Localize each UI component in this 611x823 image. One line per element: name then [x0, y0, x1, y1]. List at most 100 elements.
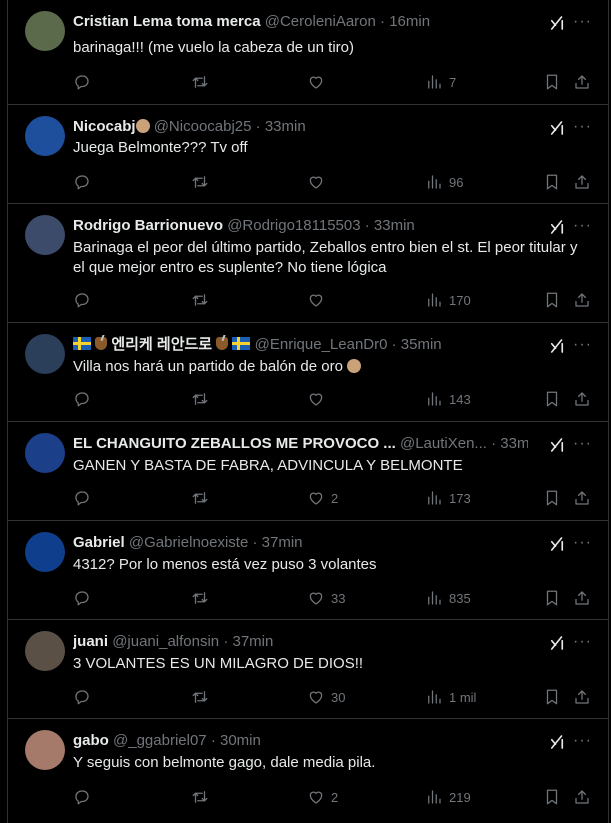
- tweet-time[interactable]: 35min: [401, 336, 442, 353]
- reply-button[interactable]: [73, 687, 97, 707]
- author-name[interactable]: Rodrigo Barrionuevo: [73, 217, 223, 234]
- share-button[interactable]: [573, 687, 591, 707]
- tweet[interactable]: 엔리케 레안드로 @Enrique_LeanDr0 · 35min ··· Vi…: [8, 323, 608, 422]
- reply-button[interactable]: [73, 389, 97, 409]
- grok-icon[interactable]: [548, 14, 566, 32]
- tweet-time[interactable]: 33min: [265, 118, 306, 135]
- more-icon[interactable]: ···: [573, 119, 593, 137]
- author-name[interactable]: Gabriel: [73, 534, 125, 551]
- bookmark-button[interactable]: [543, 389, 561, 409]
- author-handle[interactable]: @Nicoocabj25: [154, 118, 252, 135]
- author-name[interactable]: EL CHANGUITO ZEBALLOS ME PROVOCO ...: [73, 435, 396, 452]
- like-button[interactable]: [307, 389, 331, 409]
- reply-button[interactable]: [73, 588, 97, 608]
- views-button[interactable]: 170: [425, 290, 471, 310]
- bookmark-button[interactable]: [543, 687, 561, 707]
- tweet-time[interactable]: 37min: [262, 534, 303, 551]
- avatar[interactable]: [25, 433, 65, 473]
- more-icon[interactable]: ···: [573, 14, 593, 32]
- share-button[interactable]: [573, 787, 591, 807]
- grok-icon[interactable]: [548, 634, 566, 652]
- grok-icon[interactable]: [548, 119, 566, 137]
- author-handle[interactable]: @Rodrigo18115503: [227, 217, 360, 234]
- like-button[interactable]: 33: [307, 588, 345, 608]
- more-icon[interactable]: ···: [573, 218, 593, 236]
- tweet[interactable]: EL CHANGUITO ZEBALLOS ME PROVOCO ... @La…: [8, 422, 608, 521]
- tweet-time[interactable]: 37min: [233, 633, 274, 650]
- bookmark-button[interactable]: [543, 488, 561, 508]
- retweet-button[interactable]: [191, 787, 215, 807]
- views-button[interactable]: 173: [425, 488, 471, 508]
- like-button[interactable]: [307, 290, 331, 310]
- like-button[interactable]: [307, 72, 331, 92]
- retweet-button[interactable]: [191, 72, 215, 92]
- more-icon[interactable]: ···: [573, 634, 593, 652]
- grok-icon[interactable]: [548, 733, 566, 751]
- tweet[interactable]: Nicocabj @Nicoocabj25 · 33min ··· Juega …: [8, 105, 608, 204]
- author-name[interactable]: 엔리케 레안드로: [73, 336, 251, 353]
- author-handle[interactable]: @_ggabriel07: [113, 732, 207, 749]
- more-icon[interactable]: ···: [573, 337, 593, 355]
- more-icon[interactable]: ···: [573, 535, 593, 553]
- bookmark-button[interactable]: [543, 172, 561, 192]
- author-name[interactable]: Cristian Lema toma merca: [73, 13, 261, 30]
- author-name[interactable]: juani: [73, 633, 108, 650]
- grok-icon[interactable]: [548, 218, 566, 236]
- avatar[interactable]: [25, 532, 65, 572]
- author-handle[interactable]: @CeroleniAaron: [265, 13, 376, 30]
- reply-button[interactable]: [73, 172, 97, 192]
- author-handle[interactable]: @Gabrielnoexiste: [129, 534, 248, 551]
- retweet-button[interactable]: [191, 687, 215, 707]
- retweet-button[interactable]: [191, 488, 215, 508]
- share-button[interactable]: [573, 389, 591, 409]
- tweet-time[interactable]: 30min: [220, 732, 261, 749]
- retweet-button[interactable]: [191, 588, 215, 608]
- reply-button[interactable]: [73, 72, 97, 92]
- reply-button[interactable]: [73, 787, 97, 807]
- tweet[interactable]: Cristian Lema toma merca @CeroleniAaron …: [8, 0, 608, 105]
- views-button[interactable]: 7: [425, 72, 456, 92]
- author-handle[interactable]: @juani_alfonsin: [112, 633, 219, 650]
- tweet[interactable]: juani @juani_alfonsin · 37min ··· 3 VOLA…: [8, 620, 608, 719]
- like-button[interactable]: [307, 172, 331, 192]
- bookmark-button[interactable]: [543, 787, 561, 807]
- bookmark-button[interactable]: [543, 72, 561, 92]
- avatar[interactable]: [25, 11, 65, 51]
- views-button[interactable]: 1 mil: [425, 687, 476, 707]
- views-button[interactable]: 143: [425, 389, 471, 409]
- share-button[interactable]: [573, 290, 591, 310]
- retweet-button[interactable]: [191, 389, 215, 409]
- share-button[interactable]: [573, 488, 591, 508]
- grok-icon[interactable]: [548, 535, 566, 553]
- author-handle[interactable]: @Enrique_LeanDr0: [255, 336, 388, 353]
- bookmark-button[interactable]: [543, 588, 561, 608]
- like-button[interactable]: 2: [307, 488, 338, 508]
- more-icon[interactable]: ···: [573, 733, 593, 751]
- like-button[interactable]: 2: [307, 787, 338, 807]
- retweet-button[interactable]: [191, 290, 215, 310]
- avatar[interactable]: [25, 334, 65, 374]
- reply-button[interactable]: [73, 488, 97, 508]
- tweet[interactable]: Gabriel @Gabrielnoexiste · 37min ··· 431…: [8, 521, 608, 620]
- avatar[interactable]: [25, 215, 65, 255]
- tweet-time[interactable]: 33min: [374, 217, 415, 234]
- views-button[interactable]: 835: [425, 588, 471, 608]
- tweet-time[interactable]: 16min: [389, 13, 430, 30]
- like-button[interactable]: 30: [307, 687, 345, 707]
- author-name[interactable]: Nicocabj: [73, 118, 150, 135]
- grok-icon[interactable]: [548, 436, 566, 454]
- retweet-button[interactable]: [191, 172, 215, 192]
- share-button[interactable]: [573, 588, 591, 608]
- author-handle[interactable]: @LautiXen...: [400, 435, 487, 452]
- reply-button[interactable]: [73, 290, 97, 310]
- grok-icon[interactable]: [548, 337, 566, 355]
- avatar[interactable]: [25, 631, 65, 671]
- share-button[interactable]: [573, 172, 591, 192]
- views-button[interactable]: 96: [425, 172, 463, 192]
- avatar[interactable]: [25, 730, 65, 770]
- views-button[interactable]: 219: [425, 787, 471, 807]
- tweet-time[interactable]: 33min: [500, 435, 528, 452]
- more-icon[interactable]: ···: [573, 436, 593, 454]
- avatar[interactable]: [25, 116, 65, 156]
- bookmark-button[interactable]: [543, 290, 561, 310]
